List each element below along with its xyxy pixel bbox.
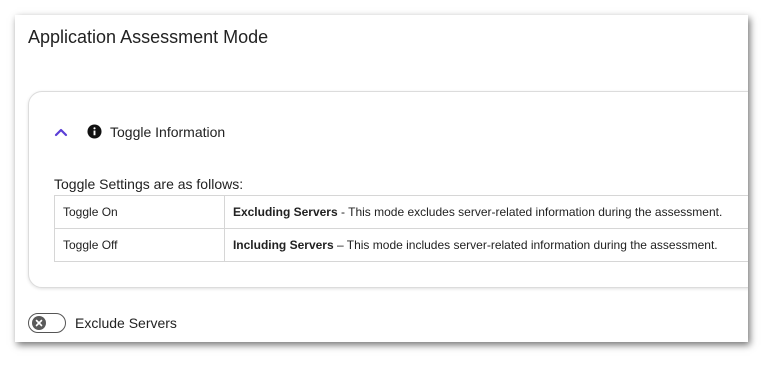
assessment-mode-panel: Application Assessment Mode Toggle Infor… bbox=[15, 15, 748, 342]
toggle-label: Exclude Servers bbox=[75, 315, 177, 331]
table-row: Toggle Off Including Servers – This mode… bbox=[54, 228, 748, 262]
exclude-servers-toggle[interactable] bbox=[28, 313, 66, 333]
info-icon bbox=[87, 124, 102, 139]
collapse-toggle-information-button[interactable] bbox=[51, 122, 71, 142]
toggle-information-card: Toggle Information Toggle Settings are a… bbox=[28, 91, 748, 288]
mode-name: Including Servers bbox=[232, 238, 334, 252]
exclude-servers-row: Exclude Servers bbox=[28, 311, 177, 335]
separator: - bbox=[337, 205, 349, 219]
toggle-settings-intro: Toggle Settings are as follows: bbox=[54, 176, 244, 192]
toggle-settings-table: Toggle On Excluding Servers - This mode … bbox=[54, 195, 748, 262]
toggle-knob bbox=[32, 316, 46, 330]
mode-description: This mode excludes server-related inform… bbox=[348, 205, 723, 219]
separator: – bbox=[333, 238, 347, 252]
mode-description: This mode includes server-related inform… bbox=[346, 238, 718, 252]
close-icon bbox=[35, 319, 43, 327]
table-row: Toggle On Excluding Servers - This mode … bbox=[54, 195, 748, 229]
description-cell: Excluding Servers - This mode excludes s… bbox=[223, 195, 748, 229]
page-title: Application Assessment Mode bbox=[28, 27, 269, 47]
setting-cell: Toggle Off bbox=[54, 228, 225, 262]
chevron-up-icon bbox=[54, 128, 68, 137]
card-title: Toggle Information bbox=[110, 124, 226, 140]
mode-name: Excluding Servers bbox=[232, 205, 338, 219]
setting-cell: Toggle On bbox=[54, 195, 225, 229]
description-cell: Including Servers – This mode includes s… bbox=[223, 228, 748, 262]
